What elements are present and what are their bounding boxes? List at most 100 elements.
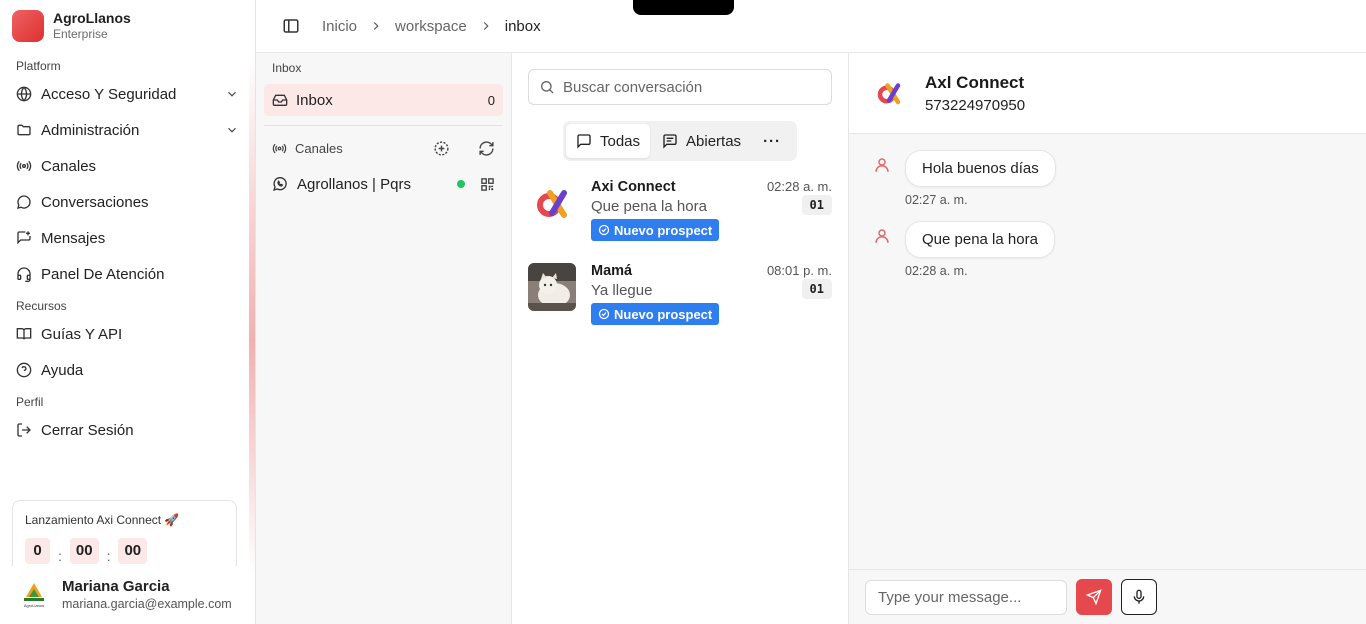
- add-channel-icon[interactable]: [433, 140, 450, 157]
- status-badge-label: Nuevo prospect: [614, 222, 713, 238]
- sidebar-item-label: Panel De Atención: [41, 265, 165, 283]
- countdown-separator: :: [106, 548, 111, 564]
- message-input[interactable]: [865, 579, 1067, 615]
- search-box[interactable]: Buscar conversación: [528, 69, 832, 105]
- folder-icon: [17, 124, 31, 136]
- conversation-item[interactable]: Mamá 08:01 p. m. Ya llegue 01 Nuevo pros…: [528, 263, 832, 347]
- countdown-values: 0 : 00 : 00: [25, 538, 224, 564]
- sidebar-item-label: Acceso Y Seguridad: [41, 85, 177, 103]
- sidebar-toggle-icon[interactable]: [282, 17, 300, 35]
- qr-code-icon[interactable]: [480, 177, 495, 192]
- help-circle-icon: [16, 362, 32, 378]
- message-bubble: Hola buenos días: [905, 150, 1056, 187]
- search-icon: [541, 81, 554, 94]
- sidebar-item-label: Ayuda: [41, 361, 84, 379]
- conversation-name: Mamá: [591, 263, 633, 279]
- user-org-logo-text: AgroLlanos: [24, 603, 44, 608]
- more-options-button[interactable]: ···: [753, 124, 791, 158]
- conversation-time: 02:28 a. m.: [766, 179, 832, 194]
- message-composer: [849, 569, 1366, 624]
- sidebar-item-label: Canales: [41, 157, 97, 175]
- send-button[interactable]: [1076, 579, 1112, 615]
- sidebar-item-administracion[interactable]: Administración: [0, 112, 255, 148]
- user-icon: [875, 229, 889, 243]
- tab-label: Abiertas: [686, 132, 742, 150]
- section-title-profile: Perfil: [16, 395, 44, 409]
- status-badge-label: Nuevo prospect: [614, 306, 713, 322]
- tab-todas[interactable]: Todas: [566, 124, 651, 158]
- message-bubble: Que pena la hora: [905, 221, 1055, 258]
- chat-panel: Axl Connect 573224970950 Hola buenos día…: [849, 53, 1366, 624]
- brand-plan: Enterprise: [53, 27, 108, 41]
- tab-abiertas[interactable]: Abiertas: [652, 124, 751, 158]
- message-text-icon: [663, 134, 677, 149]
- inbox-item[interactable]: Inbox 0: [264, 84, 503, 116]
- message-item: Que pena la hora 02:28 a. m.: [873, 221, 1342, 278]
- voice-record-button[interactable]: [1121, 579, 1157, 615]
- chat-contact-phone: 573224970950: [925, 96, 1026, 114]
- more-icon: ···: [763, 132, 782, 150]
- microphone-icon: [1133, 589, 1145, 604]
- sidebar-item-label: Administración: [41, 121, 140, 139]
- breadcrumb-item-workspace[interactable]: workspace: [395, 18, 467, 35]
- sidebar-item-canales[interactable]: Canales: [0, 148, 255, 184]
- sidebar-item-ayuda[interactable]: Ayuda: [0, 352, 255, 388]
- channels-label: Canales: [295, 140, 343, 156]
- message-item: Hola buenos días 02:27 a. m.: [873, 150, 1342, 207]
- sidebar-item-label: Guías Y API: [41, 325, 123, 343]
- chat-contact-name: Axl Connect: [925, 72, 1025, 92]
- brand-header[interactable]: AgroLlanos Enterprise: [0, 0, 255, 52]
- unread-count-badge: 01: [801, 279, 832, 299]
- chevron-down-icon: [228, 127, 236, 133]
- countdown-title: Lanzamiento Axi Connect 🚀: [25, 513, 180, 527]
- message-time: 02:28 a. m.: [905, 264, 968, 278]
- app-root: AgroLlanos Enterprise Platform Acceso Y …: [0, 0, 1366, 624]
- section-title-platform: Platform: [16, 59, 61, 73]
- breadcrumb-item-inbox: inbox: [504, 17, 541, 35]
- content-panels: Inbox Inbox 0 Canales Agrollanos | Pqrs …: [256, 53, 1366, 624]
- unread-count-badge: 01: [801, 195, 832, 215]
- user-email: mariana.garcia@example.com: [62, 597, 232, 611]
- topbar: Inicio workspace inbox: [256, 0, 1366, 53]
- inbox-panel: Inbox Inbox 0 Canales Agrollanos | Pqrs: [256, 53, 512, 624]
- sidebar-item-label: Cerrar Sesión: [41, 421, 134, 439]
- broadcast-icon: [16, 160, 32, 172]
- sidebar-item-acceso[interactable]: Acceso Y Seguridad: [0, 76, 255, 112]
- countdown-minutes: 00: [118, 538, 148, 564]
- screen-notch: [633, 0, 734, 15]
- channel-actions: [433, 140, 495, 157]
- sidebar-item-mensajes[interactable]: Mensajes: [0, 220, 255, 256]
- chevron-down-icon: [228, 91, 236, 97]
- resources-nav: Guías Y API Ayuda: [0, 316, 255, 388]
- sidebar-item-logout[interactable]: Cerrar Sesión: [0, 412, 255, 448]
- check-circle-icon: [598, 308, 610, 320]
- breadcrumb-item-inicio[interactable]: Inicio: [322, 18, 357, 35]
- inbox-count: 0: [487, 92, 495, 108]
- conversation-item[interactable]: Axi Connect 02:28 a. m. Que pena la hora…: [528, 179, 832, 263]
- conversation-list-panel: Buscar conversación Todas Abiertas ··· A…: [512, 53, 849, 624]
- sidebar-item-label: Mensajes: [41, 229, 106, 247]
- countdown-days: 0: [25, 538, 50, 564]
- tab-label: Todas: [600, 132, 641, 150]
- axi-connect-logo: [877, 83, 901, 105]
- section-title-resources: Recursos: [16, 299, 67, 313]
- sidebar-item-conversaciones[interactable]: Conversaciones: [0, 184, 255, 220]
- chat-header: Axl Connect 573224970950: [849, 53, 1366, 134]
- channel-item-whatsapp[interactable]: Agrollanos | Pqrs: [264, 170, 503, 198]
- globe-icon: [16, 86, 32, 102]
- search-input[interactable]: Buscar conversación: [563, 79, 702, 96]
- channels-header: Canales: [264, 126, 503, 170]
- sidebar-item-label: Conversaciones: [41, 193, 149, 211]
- sidebar-item-guias[interactable]: Guías Y API: [0, 316, 255, 352]
- refresh-icon[interactable]: [478, 140, 495, 157]
- chevron-right-icon: [373, 22, 379, 30]
- logout-icon: [17, 423, 31, 437]
- sidebar-item-panel-atencion[interactable]: Panel De Atención: [0, 256, 255, 292]
- user-profile[interactable]: AgroLlanos Mariana Garcia mariana.garcia…: [0, 566, 255, 624]
- axi-connect-logo-avatar: [537, 190, 567, 218]
- message-list: Hola buenos días 02:27 a. m. Que pena la…: [849, 134, 1366, 569]
- status-badge: Nuevo prospect: [591, 219, 720, 241]
- user-icon: [875, 158, 889, 172]
- channel-name: Agrollanos | Pqrs: [297, 175, 411, 193]
- conversation-time: 08:01 p. m.: [766, 263, 832, 278]
